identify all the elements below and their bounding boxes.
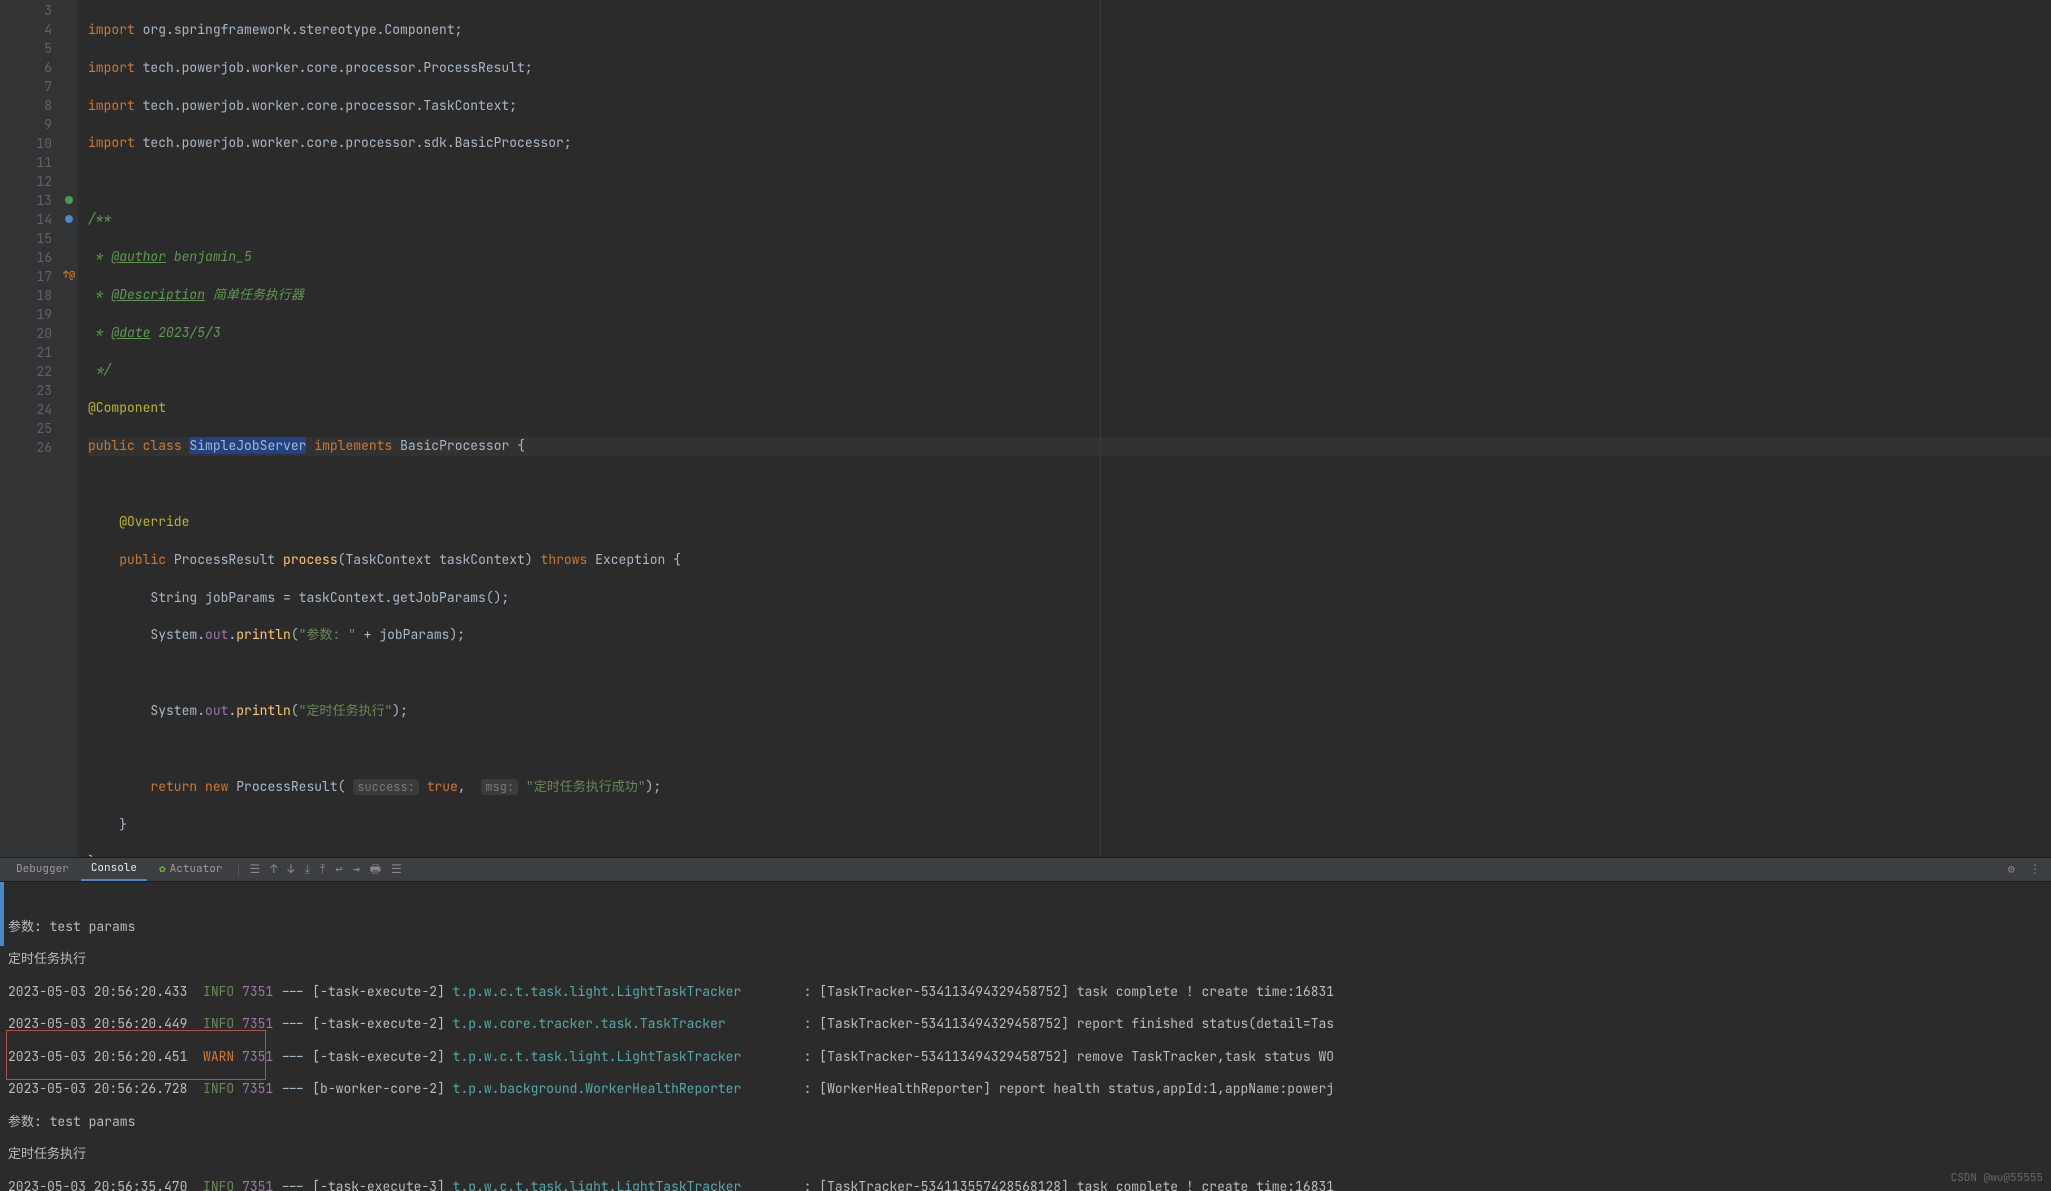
- editor-area[interactable]: 3 4 5 6 7 8 9 10 11 12 13 14 15 16 17 18…: [0, 0, 2051, 857]
- tab-debugger[interactable]: Debugger: [6, 859, 79, 881]
- print-icon[interactable]: 🖶: [366, 861, 385, 878]
- settings-gear-icon[interactable]: ⚙: [2004, 861, 2019, 878]
- tool-window-tabs: Debugger Console ✿Actuator ☰ ↑ ↓ ⤓ ⤒ ↩ ⇥…: [0, 857, 2051, 881]
- more-icon[interactable]: ⋮: [2025, 861, 2045, 878]
- tab-console[interactable]: Console: [81, 858, 147, 882]
- console-line: 2023-05-03 20:56:26.728 INFO 7351 --- [b…: [8, 1081, 2043, 1097]
- line-number-gutter: 3 4 5 6 7 8 9 10 11 12 13 14 15 16 17 18…: [0, 0, 60, 857]
- tab-actuator[interactable]: ✿Actuator: [149, 859, 232, 881]
- console-line: 参数: test params: [8, 919, 2043, 935]
- layout-icon[interactable]: ☰: [245, 861, 264, 878]
- filter-icon[interactable]: ☰: [387, 861, 406, 878]
- export-icon[interactable]: ⤓: [301, 861, 314, 878]
- console-line: 2023-05-03 20:56:20.433 INFO 7351 --- [-…: [8, 984, 2043, 1000]
- code-content[interactable]: import org.springframework.stereotype.Co…: [78, 0, 2051, 857]
- console-line: 2023-05-03 20:56:35.470 INFO 7351 --- [-…: [8, 1179, 2043, 1191]
- console-line: 参数: test params: [8, 1114, 2043, 1130]
- implements-icon[interactable]: [65, 215, 73, 223]
- watermark: CSDN @wu@55555: [1951, 1171, 2043, 1187]
- override-up-icon[interactable]: ↑@: [63, 268, 75, 283]
- scroll-icon[interactable]: ⇥: [348, 861, 363, 878]
- right-margin-guide: [1100, 0, 1101, 857]
- spring-leaf-icon: ✿: [159, 862, 166, 876]
- console-line: 2023-05-03 20:56:20.451 WARN 7351 --- [-…: [8, 1049, 2043, 1065]
- console-line: 定时任务执行: [8, 1146, 2043, 1162]
- wrap-icon[interactable]: ↩: [331, 861, 346, 878]
- console-line: 2023-05-03 20:56:20.449 INFO 7351 --- [-…: [8, 1016, 2043, 1032]
- gutter-icons: ↑@: [60, 0, 78, 857]
- console-line: 定时任务执行: [8, 951, 2043, 967]
- import-icon[interactable]: ⤒: [316, 861, 329, 878]
- down-icon[interactable]: ↓: [283, 861, 298, 878]
- class-name[interactable]: SimpleJobServer: [189, 437, 306, 454]
- selection-bar: [0, 882, 4, 946]
- console-output[interactable]: 参数: test params 定时任务执行 2023-05-03 20:56:…: [0, 881, 2051, 1191]
- up-icon[interactable]: ↑: [266, 861, 281, 878]
- spring-bean-icon[interactable]: [65, 196, 73, 204]
